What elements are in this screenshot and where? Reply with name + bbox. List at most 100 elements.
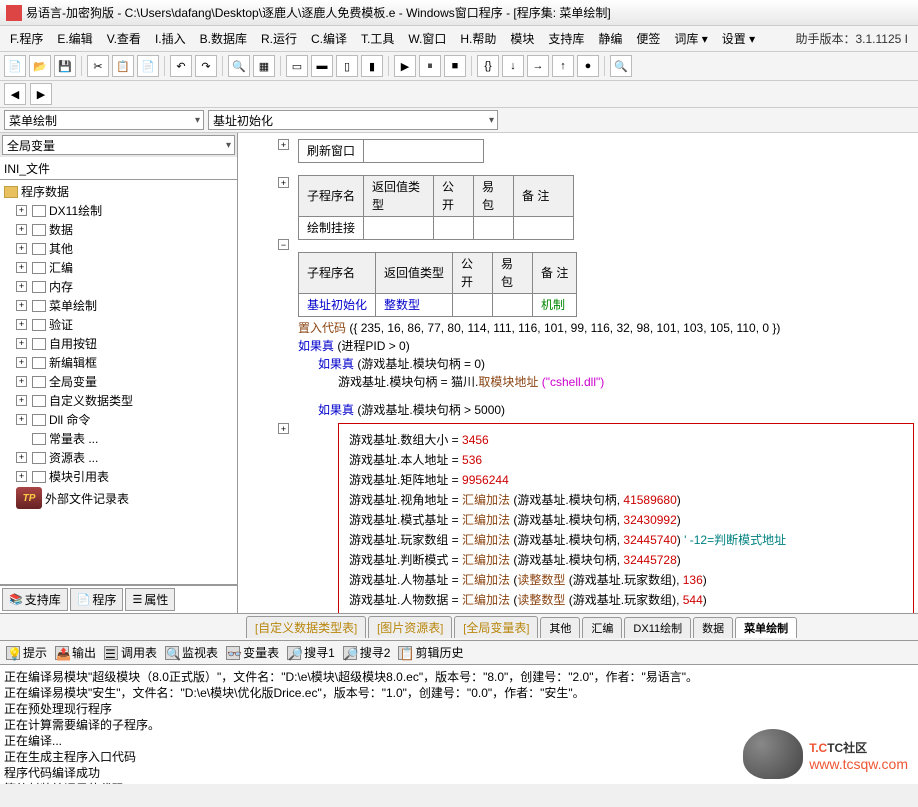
global-var-combo[interactable]: 全局变量	[2, 135, 235, 155]
stepinto-button[interactable]: ↓	[502, 55, 524, 77]
code-editor[interactable]: + 刷新窗口 + 子程序名返回值类型公开易包备 注 绘制挂接 − 子程序名返回值…	[238, 133, 918, 613]
tree-item[interactable]: +菜单绘制	[2, 296, 235, 315]
tree-item[interactable]: +自用按钮	[2, 334, 235, 353]
tree-item[interactable]: +汇编	[2, 258, 235, 277]
tree-item[interactable]: +数据	[2, 220, 235, 239]
new-button[interactable]: 📄	[4, 55, 26, 77]
menu-file[interactable]: F.程序	[4, 28, 49, 49]
step-button[interactable]: {}	[477, 55, 499, 77]
copy-button[interactable]: 📋	[112, 55, 134, 77]
tab-global-vars[interactable]: [全局变量表]	[454, 616, 538, 638]
open-button[interactable]: 📂	[29, 55, 51, 77]
stepover-button[interactable]: →	[527, 55, 549, 77]
tab-hint[interactable]: 💡提示	[6, 644, 47, 661]
sidebar: 全局变量 INI_文件 程序数据 +DX11绘制 +数据 +其他 +汇编 +内存…	[0, 133, 238, 613]
menu-compile[interactable]: C.编译	[305, 28, 353, 49]
tree-item[interactable]: 常量表 ...	[2, 429, 235, 448]
ini-file-item[interactable]: INI_文件	[2, 159, 235, 178]
tab-asm[interactable]: 汇编	[582, 617, 622, 638]
tab-menu-draw[interactable]: 菜单绘制	[735, 617, 797, 638]
tree-item[interactable]: TP外部文件记录表	[2, 486, 235, 510]
stop-button[interactable]: ■	[444, 55, 466, 77]
breakpoint-button[interactable]: ●	[577, 55, 599, 77]
title-bar: 易语言-加密狗版 - C:\Users\dafang\Desktop\逐鹿人\逐…	[0, 0, 918, 26]
search-button[interactable]: 🔍	[610, 55, 632, 77]
tree-item[interactable]: +Dll 命令	[2, 410, 235, 429]
menu-run[interactable]: R.运行	[255, 28, 303, 49]
output-line: 等待封装编译目的代码	[4, 781, 914, 784]
stepout-button[interactable]: ↑	[552, 55, 574, 77]
mascot-icon	[743, 729, 803, 779]
fold-icon[interactable]: +	[278, 423, 289, 434]
db-button[interactable]: ▦	[253, 55, 275, 77]
layout4-button[interactable]: ▮	[361, 55, 383, 77]
tab-watch[interactable]: 🔍监视表	[165, 644, 218, 661]
tab-other[interactable]: 其他	[540, 617, 580, 638]
layout2-button[interactable]: ▬	[311, 55, 333, 77]
tab-search2[interactable]: 🔎搜寻2	[343, 644, 391, 661]
menu-help[interactable]: H.帮助	[454, 28, 502, 49]
fold-icon[interactable]: +	[278, 177, 289, 188]
tree-item[interactable]: +模块引用表	[2, 467, 235, 486]
paste-button[interactable]: 📄	[137, 55, 159, 77]
layout1-button[interactable]: ▭	[286, 55, 308, 77]
toolbar-nav: ◀ ▶	[0, 81, 918, 108]
run-button[interactable]: ▶	[394, 55, 416, 77]
tree-item[interactable]: +内存	[2, 277, 235, 296]
menu-static[interactable]: 静编	[592, 28, 628, 49]
redo-button[interactable]: ↷	[195, 55, 217, 77]
tab-program[interactable]: 📄 程序	[70, 588, 124, 611]
tree-item[interactable]: +资源表 ...	[2, 448, 235, 467]
menu-lib[interactable]: 支持库	[542, 28, 590, 49]
undo-button[interactable]: ↶	[170, 55, 192, 77]
nav-fwd-button[interactable]: ▶	[30, 83, 52, 105]
menu-database[interactable]: B.数据库	[194, 28, 253, 49]
tree-root[interactable]: 程序数据	[2, 182, 235, 201]
tree-item[interactable]: +DX11绘制	[2, 201, 235, 220]
layout3-button[interactable]: ▯	[336, 55, 358, 77]
function-combo[interactable]: 基址初始化	[208, 110, 498, 130]
tab-properties[interactable]: ☰ 属性	[125, 588, 175, 611]
tab-calltable[interactable]: ☰调用表	[104, 644, 157, 661]
menu-edit[interactable]: E.编辑	[51, 28, 98, 49]
output-panel[interactable]: 正在编译易模块"超级模块（8.0正式版）"，文件名："D:\e\模块\超级模块8…	[0, 664, 918, 784]
menu-tools[interactable]: T.工具	[355, 28, 400, 49]
tree-item[interactable]: +新编辑框	[2, 353, 235, 372]
menu-note[interactable]: 便签	[630, 28, 666, 49]
fold-icon[interactable]: −	[278, 239, 289, 250]
menu-view[interactable]: V.查看	[101, 28, 147, 49]
tab-support-lib[interactable]: 📚 支持库	[2, 588, 68, 611]
tab-data[interactable]: 数据	[693, 617, 733, 638]
code-block-highlight: 游戏基址.数组大小 = 3456 游戏基址.本人地址 = 536 游戏基址.矩阵…	[338, 423, 914, 613]
tab-clipboard[interactable]: 📋剪辑历史	[398, 644, 463, 661]
fold-icon[interactable]: +	[278, 139, 289, 150]
tree-item[interactable]: +其他	[2, 239, 235, 258]
find-button[interactable]: 🔍	[228, 55, 250, 77]
tree-item[interactable]: +全局变量	[2, 372, 235, 391]
version-label: 助手版本：3.1.1125 I	[790, 28, 915, 49]
combo-bar: 菜单绘制 基址初始化	[0, 108, 918, 133]
menu-window[interactable]: W.窗口	[402, 28, 452, 49]
menu-settings[interactable]: 设置 ▾	[716, 28, 761, 49]
save-button[interactable]: 💾	[54, 55, 76, 77]
pause-button[interactable]: ⏸	[419, 55, 441, 77]
nav-back-button[interactable]: ◀	[4, 83, 26, 105]
tab-vars[interactable]: 👓变量表	[226, 644, 279, 661]
tab-custom-types[interactable]: [自定义数据类型表]	[246, 616, 366, 638]
menu-dict[interactable]: 词库 ▾	[668, 28, 713, 49]
output-tabs: 💡提示 📤输出 ☰调用表 🔍监视表 👓变量表 🔎搜寻1 🔎搜寻2 📋剪辑历史	[0, 640, 918, 664]
tree-item[interactable]: +验证	[2, 315, 235, 334]
tp-icon: TP	[16, 487, 42, 509]
tab-image-res[interactable]: [图片资源表]	[368, 616, 452, 638]
tab-dx11[interactable]: DX11绘制	[624, 617, 691, 638]
module-combo[interactable]: 菜单绘制	[4, 110, 204, 130]
menu-insert[interactable]: I.插入	[149, 28, 192, 49]
sidebar-tabs: 📚 支持库 📄 程序 ☰ 属性	[0, 585, 237, 613]
menu-module[interactable]: 模块	[504, 28, 540, 49]
tree-item[interactable]: +自定义数据类型	[2, 391, 235, 410]
tab-output[interactable]: 📤输出	[55, 644, 96, 661]
tab-search1[interactable]: 🔎搜寻1	[287, 644, 335, 661]
output-line: 正在编译易模块"安生"，文件名："D:\e\模块\优化版Drice.ec"，版本…	[4, 685, 914, 701]
app-icon	[6, 5, 22, 21]
cut-button[interactable]: ✂	[87, 55, 109, 77]
